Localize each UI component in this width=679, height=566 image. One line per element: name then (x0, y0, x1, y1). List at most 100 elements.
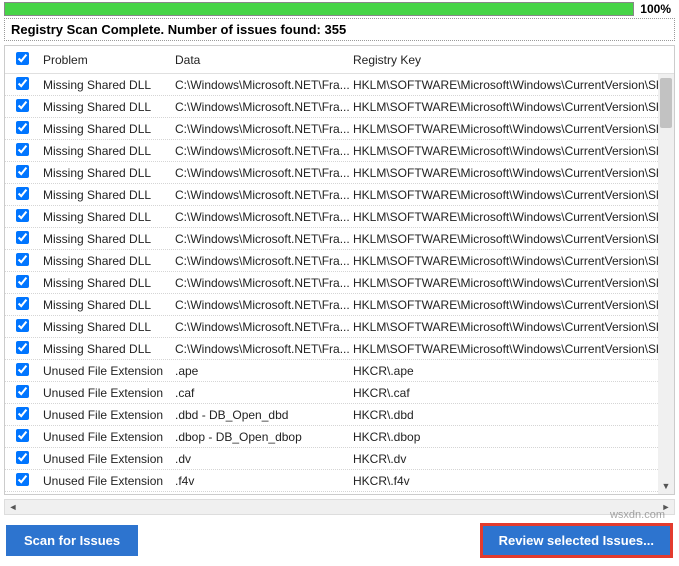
cell-data: C:\Windows\Microsoft.NET\Fra... (171, 188, 349, 202)
row-checkbox[interactable] (16, 429, 29, 442)
cell-problem: Missing Shared DLL (39, 298, 171, 312)
row-checkbox[interactable] (16, 165, 29, 178)
row-checkbox[interactable] (16, 99, 29, 112)
cell-problem: Missing Shared DLL (39, 122, 171, 136)
cell-registry-key: HKLM\SOFTWARE\Microsoft\Windows\CurrentV… (349, 166, 658, 180)
row-checkbox[interactable] (16, 341, 29, 354)
cell-problem: Missing Shared DLL (39, 100, 171, 114)
cell-registry-key: HKCR\.caf (349, 386, 658, 400)
header-regkey[interactable]: Registry Key (349, 53, 658, 67)
cell-problem: Unused File Extension (39, 430, 171, 444)
table-row[interactable]: Unused File Extension.f4vHKCR\.f4v (5, 470, 674, 492)
cell-problem: Unused File Extension (39, 408, 171, 422)
cell-data: C:\Windows\Microsoft.NET\Fra... (171, 254, 349, 268)
table-row[interactable]: Unused File Extension.apeHKCR\.ape (5, 360, 674, 382)
cell-problem: Missing Shared DLL (39, 166, 171, 180)
table-row[interactable]: Unused File Extension.dbop - DB_Open_dbo… (5, 426, 674, 448)
table-row[interactable]: Missing Shared DLLC:\Windows\Microsoft.N… (5, 162, 674, 184)
footer: Scan for Issues Review selected Issues..… (0, 515, 679, 566)
cell-data: C:\Windows\Microsoft.NET\Fra... (171, 276, 349, 290)
cell-registry-key: HKCR\.ape (349, 364, 658, 378)
scroll-right-icon[interactable]: ► (658, 502, 674, 512)
row-checkbox[interactable] (16, 275, 29, 288)
progress-percent: 100% (640, 2, 671, 16)
cell-problem: Unused File Extension (39, 386, 171, 400)
cell-registry-key: HKCR\.f4v (349, 474, 658, 488)
cell-problem: Unused File Extension (39, 364, 171, 378)
table-row[interactable]: Missing Shared DLLC:\Windows\Microsoft.N… (5, 272, 674, 294)
table-row[interactable]: Missing Shared DLLC:\Windows\Microsoft.N… (5, 228, 674, 250)
row-checkbox[interactable] (16, 209, 29, 222)
row-checkbox[interactable] (16, 385, 29, 398)
table-row[interactable]: Missing Shared DLLC:\Windows\Microsoft.N… (5, 206, 674, 228)
cell-registry-key: HKLM\SOFTWARE\Microsoft\Windows\CurrentV… (349, 144, 658, 158)
progress-bar (4, 2, 634, 16)
cell-data: C:\Windows\Microsoft.NET\Fra... (171, 122, 349, 136)
table-row[interactable]: Missing Shared DLLC:\Windows\Microsoft.N… (5, 250, 674, 272)
table-body: Missing Shared DLLC:\Windows\Microsoft.N… (5, 74, 674, 494)
cell-data: C:\Windows\Microsoft.NET\Fra... (171, 100, 349, 114)
cell-registry-key: HKLM\SOFTWARE\Microsoft\Windows\CurrentV… (349, 276, 658, 290)
cell-problem: Missing Shared DLL (39, 232, 171, 246)
cell-problem: Unused File Extension (39, 452, 171, 466)
scan-for-issues-button[interactable]: Scan for Issues (6, 525, 138, 556)
review-selected-issues-button[interactable]: Review selected Issues... (480, 523, 673, 558)
table-row[interactable]: Missing Shared DLLC:\Windows\Microsoft.N… (5, 184, 674, 206)
cell-data: .dbop - DB_Open_dbop (171, 430, 349, 444)
cell-registry-key: HKCR\.dbd (349, 408, 658, 422)
cell-problem: Missing Shared DLL (39, 320, 171, 334)
cell-registry-key: HKCR\.dv (349, 452, 658, 466)
cell-registry-key: HKLM\SOFTWARE\Microsoft\Windows\CurrentV… (349, 188, 658, 202)
table-row[interactable]: Missing Shared DLLC:\Windows\Microsoft.N… (5, 294, 674, 316)
cell-registry-key: HKLM\SOFTWARE\Microsoft\Windows\CurrentV… (349, 232, 658, 246)
table-row[interactable]: Missing Shared DLLC:\Windows\Microsoft.N… (5, 118, 674, 140)
row-checkbox[interactable] (16, 187, 29, 200)
row-checkbox[interactable] (16, 143, 29, 156)
header-data[interactable]: Data (171, 53, 349, 67)
cell-data: C:\Windows\Microsoft.NET\Fra... (171, 342, 349, 356)
row-checkbox[interactable] (16, 121, 29, 134)
cell-problem: Missing Shared DLL (39, 210, 171, 224)
row-checkbox[interactable] (16, 407, 29, 420)
table-row[interactable]: Missing Shared DLLC:\Windows\Microsoft.N… (5, 74, 674, 96)
row-checkbox[interactable] (16, 319, 29, 332)
cell-problem: Missing Shared DLL (39, 276, 171, 290)
cell-registry-key: HKLM\SOFTWARE\Microsoft\Windows\CurrentV… (349, 78, 658, 92)
scroll-thumb[interactable] (660, 78, 672, 128)
table-row[interactable]: Missing Shared DLLC:\Windows\Microsoft.N… (5, 96, 674, 118)
table-row[interactable]: Missing Shared DLLC:\Windows\Microsoft.N… (5, 338, 674, 360)
scroll-down-icon[interactable]: ▼ (658, 478, 674, 494)
select-all-checkbox[interactable] (16, 52, 29, 65)
scroll-left-icon[interactable]: ◄ (5, 502, 21, 512)
cell-data: C:\Windows\Microsoft.NET\Fra... (171, 320, 349, 334)
cell-data: .dv (171, 452, 349, 466)
status-line: Registry Scan Complete. Number of issues… (4, 18, 675, 41)
row-checkbox[interactable] (16, 297, 29, 310)
row-checkbox[interactable] (16, 77, 29, 90)
cell-data: C:\Windows\Microsoft.NET\Fra... (171, 166, 349, 180)
table-row[interactable]: Unused File Extension.dvHKCR\.dv (5, 448, 674, 470)
row-checkbox[interactable] (16, 253, 29, 266)
cell-registry-key: HKCR\.dbop (349, 430, 658, 444)
table-header: Problem Data Registry Key (5, 46, 674, 74)
row-checkbox[interactable] (16, 363, 29, 376)
table-row[interactable]: Missing Shared DLLC:\Windows\Microsoft.N… (5, 316, 674, 338)
table-row[interactable]: Unused File Extension.dbd - DB_Open_dbdH… (5, 404, 674, 426)
vertical-scrollbar[interactable]: ▲ ▼ (658, 74, 674, 494)
header-problem[interactable]: Problem (39, 53, 171, 67)
cell-data: .caf (171, 386, 349, 400)
cell-registry-key: HKLM\SOFTWARE\Microsoft\Windows\CurrentV… (349, 122, 658, 136)
cell-problem: Missing Shared DLL (39, 342, 171, 356)
row-checkbox[interactable] (16, 473, 29, 486)
horizontal-scrollbar[interactable]: ◄ ► (4, 499, 675, 515)
table-row[interactable]: Unused File Extension.cafHKCR\.caf (5, 382, 674, 404)
row-checkbox[interactable] (16, 231, 29, 244)
cell-data: C:\Windows\Microsoft.NET\Fra... (171, 232, 349, 246)
cell-registry-key: HKLM\SOFTWARE\Microsoft\Windows\CurrentV… (349, 320, 658, 334)
cell-problem: Missing Shared DLL (39, 144, 171, 158)
header-select-all[interactable] (5, 52, 39, 68)
cell-problem: Missing Shared DLL (39, 254, 171, 268)
row-checkbox[interactable] (16, 451, 29, 464)
cell-registry-key: HKLM\SOFTWARE\Microsoft\Windows\CurrentV… (349, 210, 658, 224)
table-row[interactable]: Missing Shared DLLC:\Windows\Microsoft.N… (5, 140, 674, 162)
